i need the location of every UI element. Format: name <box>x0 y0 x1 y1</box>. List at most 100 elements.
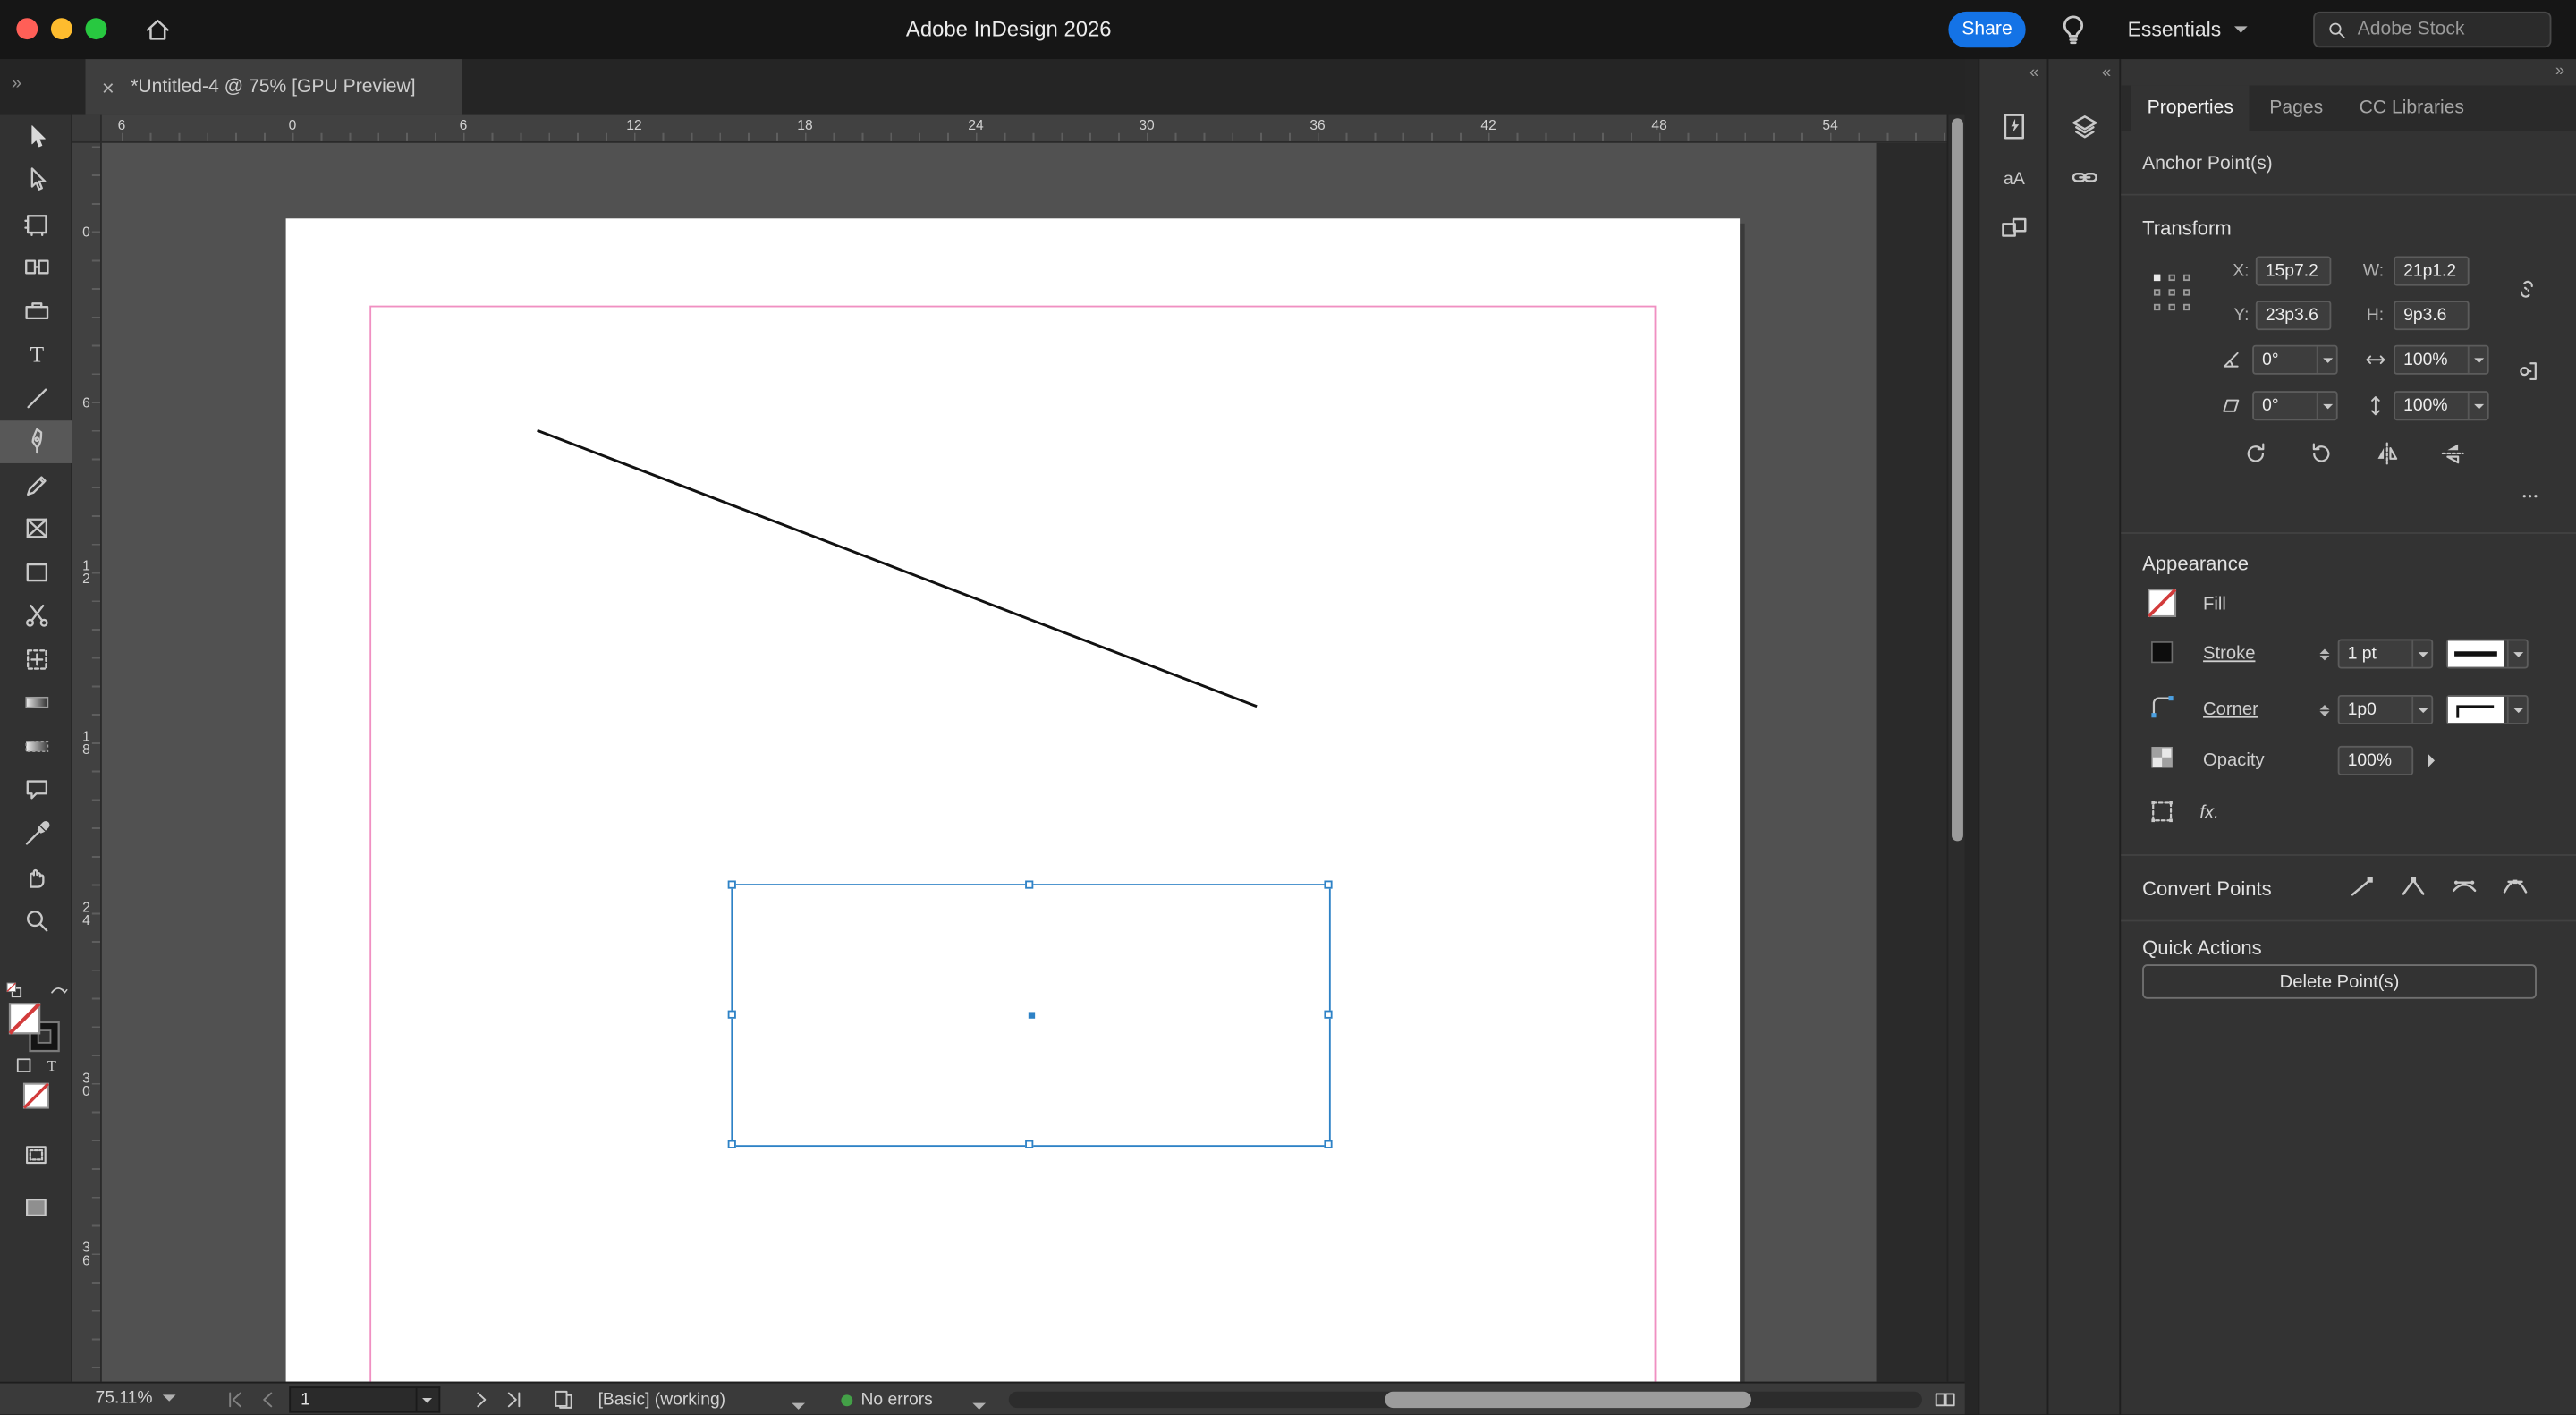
chevron-down-icon[interactable] <box>2411 696 2431 724</box>
links-icon[interactable] <box>2069 163 2098 192</box>
scale-y-combo[interactable]: 100% <box>2394 391 2489 421</box>
fill-swatch[interactable] <box>8 1002 41 1035</box>
gradient-swatch-tool[interactable] <box>0 681 72 724</box>
horizontal-scrollbar[interactable] <box>1008 1391 1922 1409</box>
eyedropper-tool[interactable] <box>0 811 72 855</box>
page-number-field[interactable]: 1 <box>289 1386 418 1413</box>
symmetrical-point-icon[interactable] <box>2501 870 2530 900</box>
reference-point-grid[interactable] <box>2150 271 2193 314</box>
chevron-down-icon[interactable] <box>2506 640 2527 667</box>
content-collector-tool[interactable] <box>0 289 72 333</box>
preview-mode-icon[interactable] <box>23 1194 49 1220</box>
flip-vertical-icon[interactable] <box>2440 440 2466 466</box>
drawn-line-path[interactable] <box>102 143 1947 1382</box>
flip-horizontal-icon[interactable] <box>2374 440 2400 466</box>
smooth-point-icon[interactable] <box>2450 870 2479 900</box>
stroke-weight-combo[interactable]: 1 pt <box>2337 639 2434 669</box>
gradient-feather-tool[interactable] <box>0 724 72 768</box>
selected-frame[interactable] <box>726 879 1332 1148</box>
selection-handle[interactable] <box>1025 879 1034 888</box>
page-grabber-icon[interactable] <box>552 1388 575 1411</box>
formatting-text-icon[interactable]: T <box>41 1055 63 1076</box>
formatting-container-icon[interactable] <box>13 1055 35 1076</box>
rectangle-tool[interactable] <box>0 550 72 594</box>
spread-view-icon[interactable] <box>1934 1388 1957 1411</box>
width-field[interactable]: 21p1.2 <box>2394 256 2470 286</box>
minimize-window-button[interactable] <box>50 18 72 40</box>
close-window-button[interactable] <box>16 18 38 40</box>
corner-radius-stepper[interactable] <box>2315 695 2333 724</box>
chevron-down-icon[interactable] <box>792 1402 806 1415</box>
default-fill-stroke-icon[interactable] <box>5 981 23 999</box>
page-number-dropdown[interactable] <box>417 1386 441 1413</box>
chevron-down-icon[interactable] <box>2467 346 2487 373</box>
selection-handle[interactable] <box>1323 1009 1332 1018</box>
selection-handle[interactable] <box>726 879 735 888</box>
quick-export-icon[interactable] <box>1998 112 2028 141</box>
collapse-dock-chevrons[interactable]: « <box>2048 59 2119 89</box>
x-position-field[interactable]: 15p7.2 <box>2255 256 2332 286</box>
swap-fill-stroke-icon[interactable] <box>47 981 69 1003</box>
chevron-down-icon[interactable] <box>2467 392 2487 419</box>
selection-handle[interactable] <box>1025 1139 1034 1148</box>
expand-dock-chevrons[interactable]: » <box>12 74 21 94</box>
fill-swatch[interactable] <box>2147 588 2177 618</box>
tab-properties[interactable]: Properties <box>2131 85 2250 131</box>
tab-pages[interactable]: Pages <box>2253 86 2340 131</box>
stroke-label[interactable]: Stroke <box>2203 644 2255 664</box>
stroke-type-combo[interactable] <box>2445 639 2529 669</box>
selection-handle[interactable] <box>726 1139 735 1148</box>
layers-panel-icon[interactable] <box>2069 112 2098 141</box>
corner-label[interactable]: Corner <box>2203 699 2258 719</box>
frame-center-point[interactable] <box>1027 1012 1035 1019</box>
rectangle-frame-tool[interactable] <box>0 507 72 551</box>
rotate-ccw-icon[interactable] <box>2309 440 2334 466</box>
preflight-profile[interactable]: [Basic] (working) <box>598 1390 726 1410</box>
apply-none-button[interactable] <box>21 1081 51 1111</box>
zoom-tool[interactable] <box>0 899 72 943</box>
constrain-scale-icon[interactable] <box>2515 358 2541 384</box>
delete-points-button[interactable]: Delete Point(s) <box>2142 964 2537 999</box>
free-transform-tool[interactable] <box>0 638 72 682</box>
vertical-scrollbar[interactable] <box>1946 114 1965 1382</box>
document-tab[interactable]: × *Untitled-4 @ 75% [GPU Preview] <box>85 59 462 115</box>
screen-mode-icon[interactable] <box>23 1142 49 1168</box>
hand-tool[interactable] <box>0 855 72 899</box>
last-page-button[interactable] <box>503 1388 526 1411</box>
corner-shape-combo[interactable] <box>2445 694 2529 725</box>
ruler-origin-box[interactable] <box>72 114 102 143</box>
chevron-down-icon[interactable] <box>2316 346 2336 373</box>
stroke-color-swatch[interactable] <box>2150 640 2174 664</box>
stroke-weight-stepper[interactable] <box>2315 639 2333 668</box>
horizontal-scrollbar-thumb[interactable] <box>1385 1391 1751 1409</box>
zoom-level-control[interactable]: 75.11% <box>96 1388 176 1408</box>
line-tool[interactable] <box>0 377 72 420</box>
selection-handle[interactable] <box>1323 1139 1332 1148</box>
close-tab-icon[interactable]: × <box>102 75 114 100</box>
opacity-expand-icon[interactable] <box>2420 746 2444 775</box>
chevron-down-icon[interactable] <box>2316 392 2336 419</box>
rotate-cw-icon[interactable] <box>2242 440 2268 466</box>
scale-x-combo[interactable]: 100% <box>2394 344 2489 375</box>
pencil-tool[interactable] <box>0 463 72 507</box>
height-field[interactable]: 9p3.6 <box>2394 301 2470 331</box>
scissors-tool[interactable] <box>0 594 72 638</box>
more-options-icon[interactable] <box>2512 487 2547 506</box>
opacity-field[interactable]: 100% <box>2337 745 2414 775</box>
corner-point-icon[interactable] <box>2399 870 2428 900</box>
chevron-down-icon[interactable] <box>2506 696 2527 724</box>
lightbulb-icon[interactable] <box>2057 13 2090 47</box>
rotation-combo[interactable]: 0° <box>2252 344 2338 375</box>
constrain-dimensions-icon[interactable] <box>2513 276 2539 302</box>
vertical-ruler[interactable]: 0 6 12 18 24 30 36 <box>72 142 102 1382</box>
fullscreen-window-button[interactable] <box>85 18 107 40</box>
vertical-scrollbar-thumb[interactable] <box>1952 118 1963 842</box>
adobe-stock-search[interactable]: Adobe Stock <box>2313 11 2552 48</box>
frame-fitting-icon[interactable] <box>2148 799 2174 825</box>
home-icon[interactable] <box>143 15 173 45</box>
shear-combo[interactable]: 0° <box>2252 391 2338 421</box>
gap-tool[interactable] <box>0 246 72 290</box>
selection-handle[interactable] <box>726 1009 735 1018</box>
workspace-switcher[interactable]: Essentials <box>2128 0 2248 59</box>
direct-selection-tool[interactable] <box>0 158 72 202</box>
